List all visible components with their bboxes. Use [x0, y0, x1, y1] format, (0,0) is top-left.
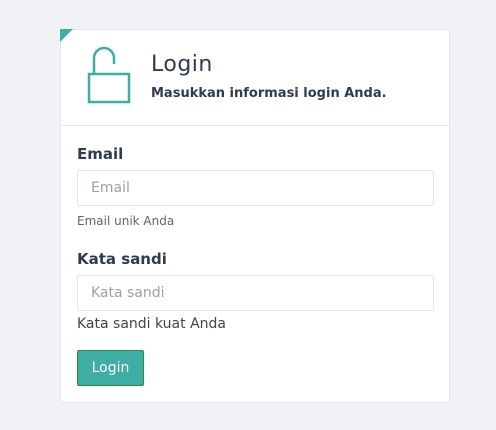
password-help-text: Kata sandi kuat Anda	[77, 316, 226, 332]
login-button[interactable]: Login	[77, 350, 144, 386]
email-field[interactable]	[77, 170, 434, 206]
page-title: Login	[151, 52, 213, 77]
card-header: Login Masukkan informasi login Anda.	[61, 30, 449, 126]
email-help-text: Email unik Anda	[77, 214, 175, 228]
page-subtitle: Masukkan informasi login Anda.	[151, 86, 387, 101]
password-field[interactable]	[77, 275, 434, 311]
unlocked-padlock-icon	[87, 46, 133, 104]
password-label: Kata sandi	[77, 250, 167, 268]
login-card: Login Masukkan informasi login Anda. Ema…	[60, 29, 450, 403]
email-label: Email	[77, 145, 124, 163]
